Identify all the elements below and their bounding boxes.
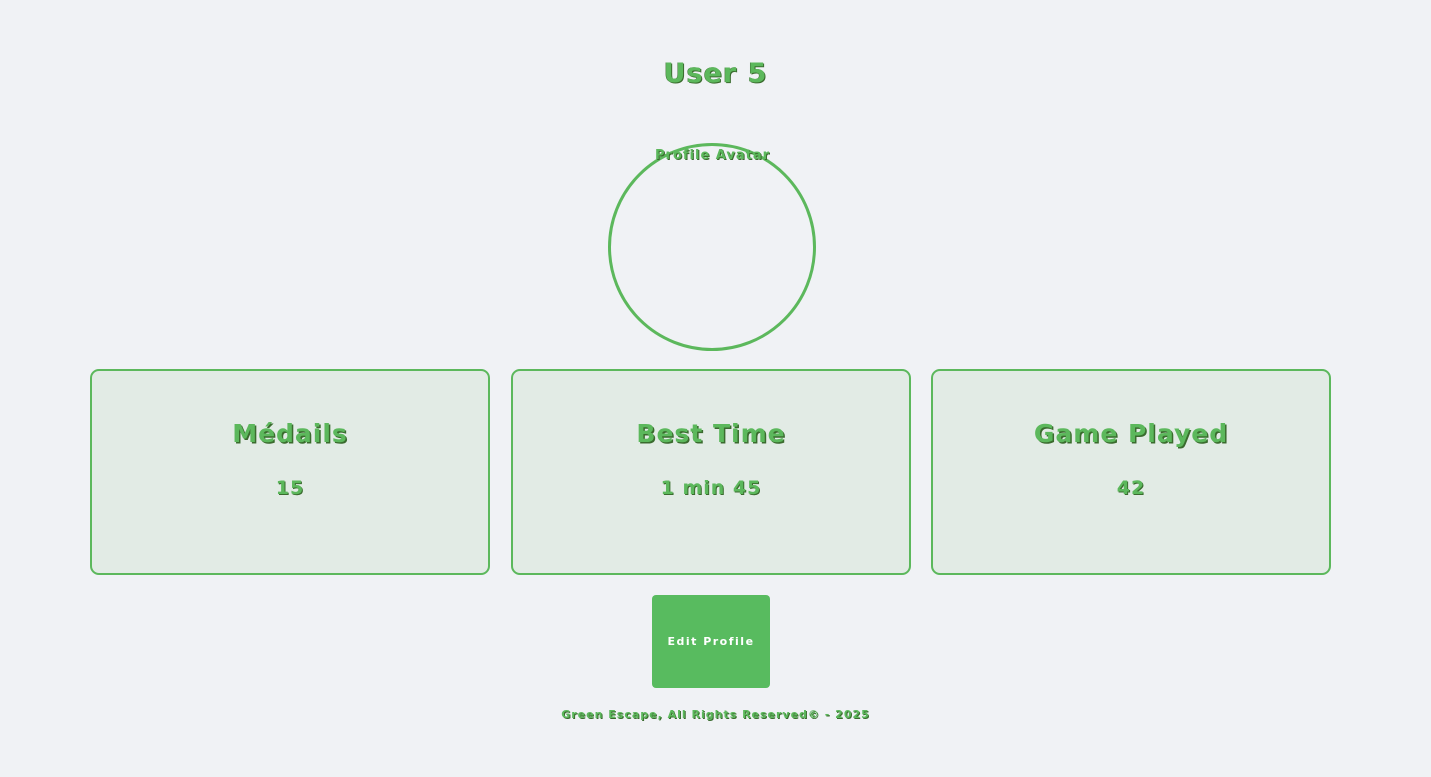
stat-card-medals: Médails 15: [90, 369, 490, 575]
avatar: Profile Avatar: [608, 143, 816, 351]
stat-value-best-time: 1 min 45: [660, 477, 762, 499]
profile-username: User 5: [663, 58, 768, 89]
stat-label-best-time: Best Time: [636, 419, 786, 448]
avatar-alt-text: Profile Avatar: [655, 148, 771, 163]
footer-copyright: Green Escape, All Rights Reserved© - 202…: [561, 708, 870, 721]
stat-value-games-played: 42: [1116, 477, 1146, 499]
edit-profile-button[interactable]: Edit Profile: [652, 595, 770, 688]
stat-label-games-played: Game Played: [1033, 419, 1229, 448]
stat-value-medals: 15: [275, 477, 305, 499]
stat-card-best-time: Best Time 1 min 45: [511, 369, 911, 575]
stat-card-games-played: Game Played 42: [931, 369, 1331, 575]
stat-label-medals: Médails: [232, 419, 348, 448]
